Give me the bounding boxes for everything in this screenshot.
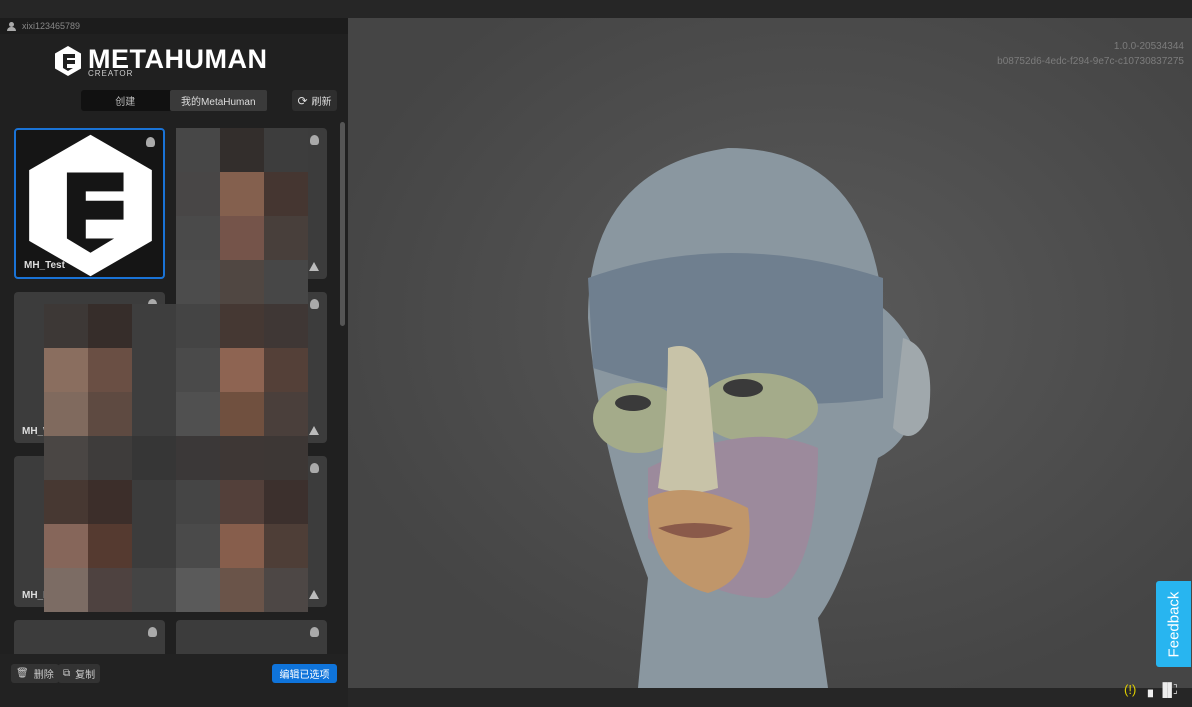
metahuman-logo-icon bbox=[55, 46, 81, 76]
pixelation-block bbox=[176, 524, 220, 568]
trash-icon: 🗑 bbox=[16, 668, 29, 679]
brand-subtitle: CREATOR bbox=[88, 69, 134, 78]
pixelation-block bbox=[176, 568, 220, 612]
pixelation-block bbox=[176, 304, 220, 348]
card-name: MH_Test bbox=[24, 260, 65, 271]
pixelation-block bbox=[264, 524, 308, 568]
pixelation-block bbox=[176, 348, 220, 392]
refresh-button[interactable]: ⟳ 刷新 bbox=[292, 90, 337, 111]
pixelation-block bbox=[132, 524, 176, 568]
pixelation-block bbox=[132, 568, 176, 612]
pixelation-block bbox=[44, 392, 88, 436]
delete-button[interactable]: 🗑 删除 bbox=[11, 664, 59, 683]
skull-icon bbox=[310, 463, 319, 473]
warning-icon bbox=[309, 262, 319, 271]
pixelation-block bbox=[88, 436, 132, 480]
pixelation-block bbox=[44, 304, 88, 348]
warning-icon bbox=[309, 426, 319, 435]
skull-icon bbox=[310, 299, 319, 309]
sidebar-footer: 🗑 删除 ⧉ 复制 编辑已选项 bbox=[0, 654, 348, 707]
pixelation-block bbox=[220, 172, 264, 216]
pixelation-block bbox=[220, 128, 264, 172]
metahuman-card[interactable] bbox=[14, 620, 165, 654]
pixelation-block bbox=[220, 568, 264, 612]
pixelation-block bbox=[176, 216, 220, 260]
pixelation-block bbox=[132, 436, 176, 480]
pixelation-block bbox=[176, 392, 220, 436]
face-model bbox=[588, 148, 931, 688]
copy-icon: ⧉ bbox=[63, 668, 71, 679]
pixelation-block bbox=[264, 480, 308, 524]
feedback-button[interactable]: Feedback bbox=[1156, 581, 1191, 667]
pixelation-block bbox=[264, 436, 308, 480]
user-icon bbox=[7, 21, 16, 31]
tab-create[interactable]: 创建 bbox=[81, 90, 170, 111]
pixelation-block bbox=[176, 260, 220, 304]
pixelation-block bbox=[88, 568, 132, 612]
edit-selected-button[interactable]: 编辑已选项 bbox=[272, 664, 337, 683]
metahuman-card[interactable]: MH_Test bbox=[14, 128, 165, 279]
pixelation-block bbox=[264, 128, 308, 172]
metahuman-card[interactable] bbox=[176, 620, 327, 654]
copy-button[interactable]: ⧉ 复制 bbox=[58, 664, 101, 683]
copy-label: 复制 bbox=[75, 670, 96, 681]
pixelation-block bbox=[220, 480, 264, 524]
pixelation-block bbox=[44, 480, 88, 524]
pixelation-block bbox=[264, 216, 308, 260]
user-row: xixi123465789 bbox=[0, 18, 348, 34]
pixelation-block bbox=[88, 524, 132, 568]
pixelation-block bbox=[264, 568, 308, 612]
connection-warning-icon[interactable]: (ǃ) bbox=[1124, 680, 1136, 700]
skull-icon bbox=[310, 135, 319, 145]
pixelation-block bbox=[88, 304, 132, 348]
pixelation-block bbox=[220, 392, 264, 436]
pixelation-block bbox=[220, 260, 264, 304]
skull-icon bbox=[148, 627, 157, 637]
pixelation-block bbox=[44, 524, 88, 568]
username: xixi123465789 bbox=[22, 21, 81, 31]
pixelation-block bbox=[220, 524, 264, 568]
fullscreen-icon[interactable]: ⛶ bbox=[1168, 680, 1177, 700]
pixelation-block bbox=[220, 216, 264, 260]
pixelation-block bbox=[132, 304, 176, 348]
metahuman-logo: METAHUMAN CREATOR bbox=[54, 45, 267, 78]
feedback-label: Feedback bbox=[1165, 591, 1182, 657]
3d-viewport[interactable]: 1.0.0-20534344 b08752d6-4edc-f294-9e7c-c… bbox=[348, 18, 1192, 688]
pixelation-block bbox=[176, 128, 220, 172]
pixelation-block bbox=[264, 172, 308, 216]
pixelation-block bbox=[264, 304, 308, 348]
delete-label: 删除 bbox=[33, 670, 54, 681]
skull-icon bbox=[310, 627, 319, 637]
pixelation-block bbox=[264, 348, 308, 392]
refresh-label: 刷新 bbox=[311, 97, 332, 108]
pixelation-block bbox=[88, 348, 132, 392]
pixelation-block bbox=[44, 436, 88, 480]
pixelation-block bbox=[176, 436, 220, 480]
pixelation-block bbox=[88, 392, 132, 436]
pixelation-block bbox=[132, 348, 176, 392]
pixelation-block bbox=[220, 436, 264, 480]
refresh-icon: ⟳ bbox=[297, 93, 308, 108]
bottom-bar bbox=[348, 688, 1192, 707]
pixelation-block bbox=[44, 568, 88, 612]
top-bar bbox=[0, 0, 1192, 18]
pixelation-block bbox=[220, 304, 264, 348]
pixelation-block bbox=[88, 480, 132, 524]
pixelation-block bbox=[176, 172, 220, 216]
pixelation-block bbox=[264, 260, 308, 304]
sidebar: xixi123465789 METAHUMAN CREATOR 创建 我的Met… bbox=[0, 18, 348, 707]
metahuman-thumbnail bbox=[29, 134, 152, 277]
metahuman-grid: MH_Test MH_W MH_M bbox=[0, 122, 348, 654]
pixelation-block bbox=[176, 480, 220, 524]
grid-scrollbar[interactable] bbox=[340, 122, 345, 326]
pixelation-block bbox=[264, 392, 308, 436]
tab-bar: 创建 我的MetaHuman bbox=[81, 90, 267, 111]
pixelation-block bbox=[132, 392, 176, 436]
pixelation-block bbox=[132, 480, 176, 524]
pixelation-block bbox=[44, 348, 88, 392]
tab-my-metahuman[interactable]: 我的MetaHuman bbox=[169, 90, 267, 111]
warning-icon bbox=[309, 590, 319, 599]
pixelation-block bbox=[220, 348, 264, 392]
